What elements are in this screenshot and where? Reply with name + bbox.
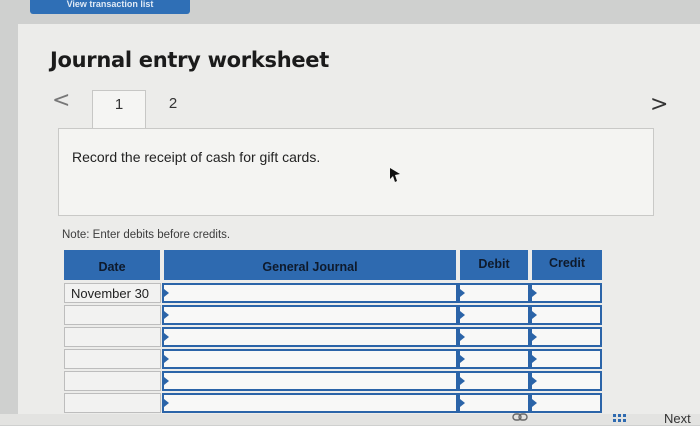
account-input[interactable] [162, 283, 458, 303]
account-input[interactable] [162, 305, 458, 325]
date-cell [64, 305, 161, 325]
header-debit: Debit [460, 250, 528, 280]
mouse-cursor-icon [390, 168, 400, 182]
next-button[interactable]: Next [664, 412, 691, 425]
credit-input[interactable] [530, 305, 602, 325]
header-credit: Credit [532, 250, 602, 280]
header-general-journal: General Journal [164, 250, 456, 280]
debit-input[interactable] [458, 283, 530, 303]
account-input[interactable] [162, 393, 458, 413]
date-cell [64, 327, 161, 347]
table-row [64, 305, 602, 327]
top-button-label: View transaction list [66, 0, 154, 9]
journal-table: Date General Journal Debit Credit Novemb… [64, 250, 602, 415]
table-row [64, 349, 602, 371]
debit-input[interactable] [458, 327, 530, 347]
grid-icon[interactable] [613, 414, 627, 422]
chevron-right-icon[interactable]: > [650, 92, 670, 118]
header-date: Date [64, 250, 160, 280]
table-row [64, 327, 602, 349]
instruction-box: Record the receipt of cash for gift card… [58, 128, 654, 216]
credit-input[interactable] [530, 371, 602, 391]
tab-2[interactable]: 2 [146, 90, 200, 128]
debit-credit-note: Note: Enter debits before credits. [62, 229, 231, 241]
credit-input[interactable] [530, 283, 602, 303]
tab-1[interactable]: 1 [92, 90, 146, 128]
debit-input[interactable] [458, 349, 530, 369]
account-input[interactable] [162, 327, 458, 347]
view-transaction-list-button[interactable]: View transaction list [30, 0, 190, 14]
footer-bar [0, 414, 700, 425]
link-icon[interactable] [512, 412, 528, 422]
instruction-text: Record the receipt of cash for gift card… [72, 149, 321, 165]
debit-input[interactable] [458, 371, 530, 391]
account-input[interactable] [162, 371, 458, 391]
date-cell [64, 349, 161, 369]
chevron-left-icon[interactable]: < [52, 88, 72, 114]
table-row [64, 371, 602, 393]
debit-input[interactable] [458, 305, 530, 325]
credit-input[interactable] [530, 327, 602, 347]
date-cell: November 30 [64, 283, 161, 303]
debit-input[interactable] [458, 393, 530, 413]
account-input[interactable] [162, 349, 458, 369]
page-title: Journal entry worksheet [50, 48, 329, 72]
credit-input[interactable] [530, 393, 602, 413]
date-cell [64, 371, 161, 391]
table-row: November 30 [64, 283, 602, 305]
date-cell [64, 393, 161, 413]
credit-input[interactable] [530, 349, 602, 369]
